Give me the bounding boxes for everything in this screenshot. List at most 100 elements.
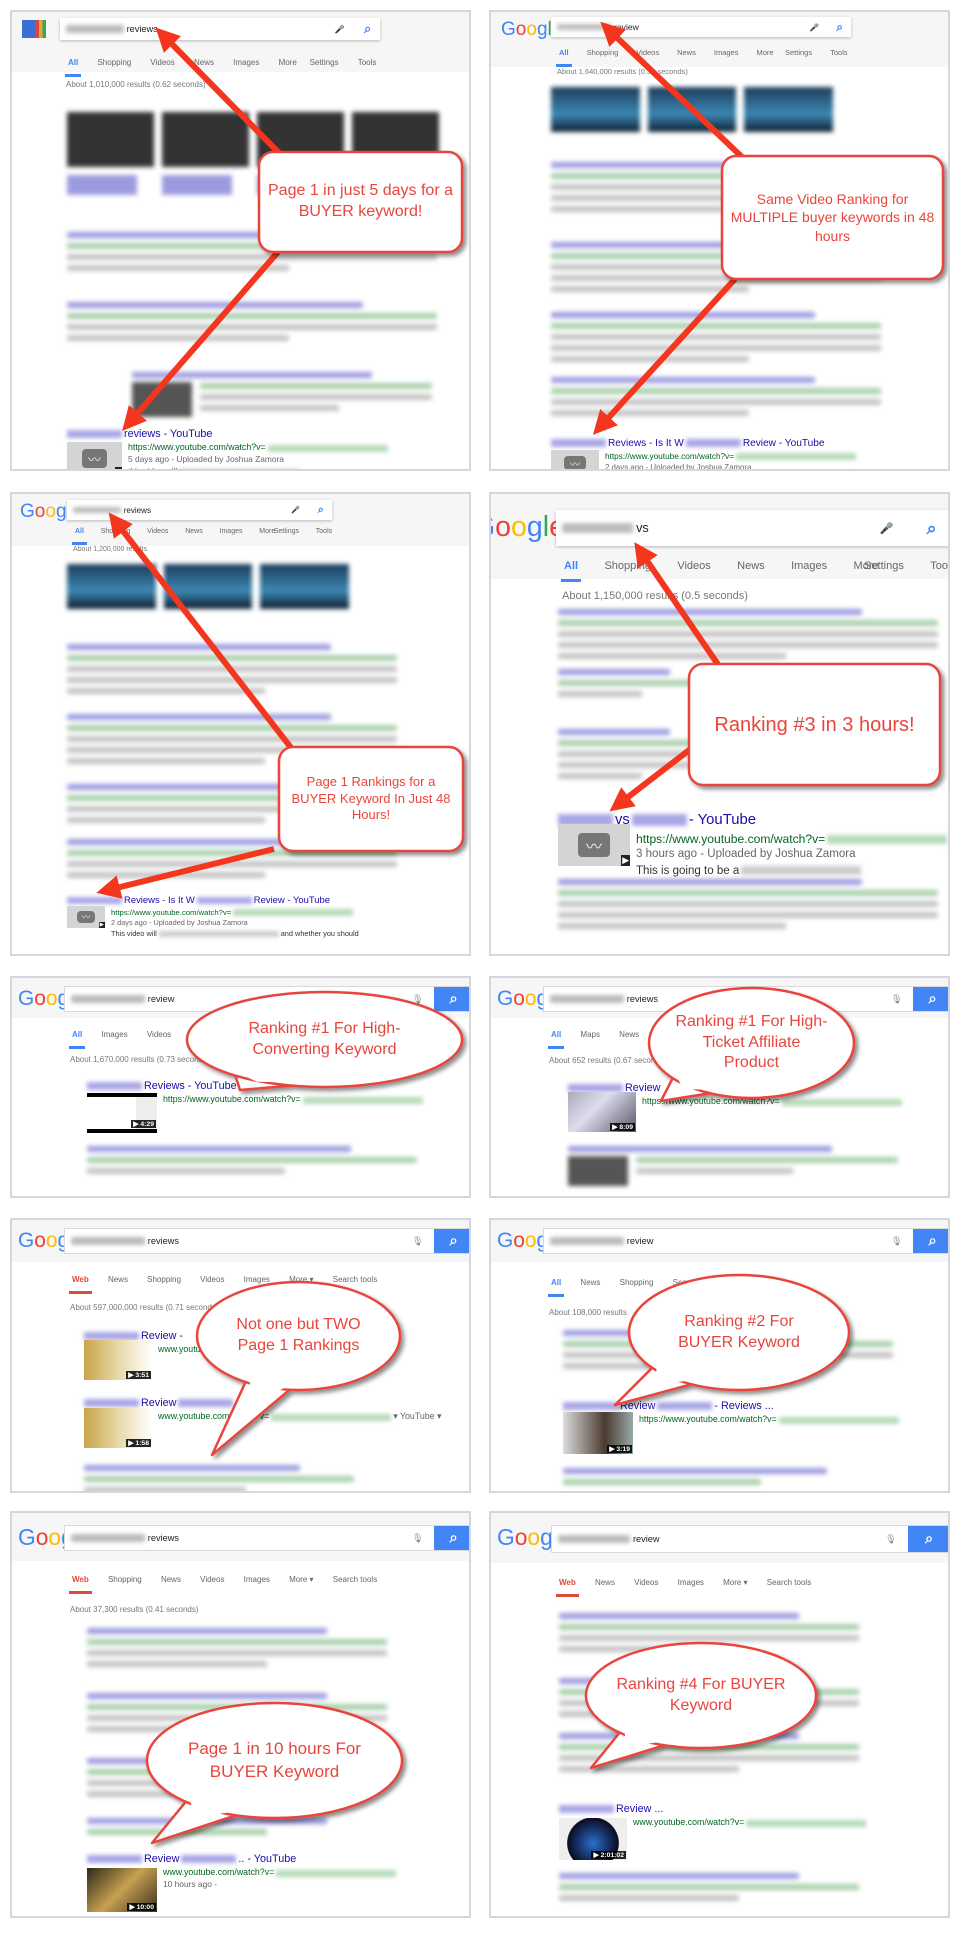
video-thumbnail[interactable]: ▶ 2:01:02 bbox=[559, 1818, 627, 1860]
tab-news[interactable]: News bbox=[194, 58, 214, 67]
search-input[interactable]: reviews 🎤 ⌕ bbox=[67, 500, 332, 520]
tab-shopping[interactable]: Shopping bbox=[108, 1575, 142, 1584]
result-url[interactable]: www.youtube.com/watch?v= ▾ YouTube ▾ bbox=[158, 1411, 441, 1422]
result-url[interactable]: https://www.youtube.com/watch?v= bbox=[128, 442, 390, 452]
search-button[interactable]: ⌕ bbox=[908, 1526, 948, 1552]
tab-all[interactable]: All bbox=[560, 560, 582, 582]
search-icon[interactable]: ⌕ bbox=[364, 21, 371, 37]
tab-news[interactable]: News bbox=[677, 48, 696, 57]
result-url[interactable]: www.youtube.com/watch?v= bbox=[633, 1817, 868, 1827]
tab-all[interactable]: All bbox=[68, 1030, 86, 1049]
tab-more[interactable]: More ▾ bbox=[723, 1578, 747, 1587]
tab-shopping[interactable]: Shopping bbox=[147, 1275, 181, 1284]
tab-more[interactable]: More bbox=[279, 58, 297, 67]
search-icon[interactable]: ⌕ bbox=[318, 504, 324, 517]
microphone-icon[interactable]: 🎤 bbox=[880, 522, 894, 535]
result-url[interactable]: https://www.youtube.com/watch?v= bbox=[111, 908, 355, 917]
tab-settings[interactable]: Settings bbox=[274, 528, 299, 535]
tab-more[interactable]: More bbox=[756, 48, 773, 57]
search-input[interactable]: review 🎙 ⌕ bbox=[551, 1525, 948, 1553]
video-thumbnail[interactable]: ▶ 3:51 bbox=[84, 1340, 152, 1380]
search-input[interactable]: reviews 🎙 ⌕ bbox=[64, 1228, 469, 1254]
tab-all[interactable]: All bbox=[556, 48, 572, 67]
microphone-icon[interactable]: 🎙 bbox=[891, 1236, 903, 1247]
video-thumbnail[interactable]: 〰▶ bbox=[67, 442, 122, 469]
tab-all[interactable]: All bbox=[64, 58, 82, 77]
video-thumbnail[interactable]: 〰▶ bbox=[67, 906, 105, 928]
tab-settings[interactable]: Settings bbox=[310, 58, 339, 67]
tab-news[interactable]: News bbox=[737, 560, 765, 572]
tab-videos[interactable]: Videos bbox=[150, 58, 174, 67]
search-input[interactable]: review 🎤 ⌕ bbox=[551, 17, 851, 37]
tab-shopping[interactable]: Shopping bbox=[101, 528, 131, 535]
youtube-result-title-link[interactable]: reviews - YouTube bbox=[65, 428, 212, 440]
tab-web[interactable]: Web bbox=[69, 1275, 92, 1294]
search-button[interactable]: ⌕ bbox=[434, 1526, 469, 1550]
tab-videos[interactable]: Videos bbox=[636, 48, 659, 57]
microphone-icon[interactable]: 🎤 bbox=[291, 506, 300, 514]
tab-news[interactable]: News bbox=[108, 1275, 128, 1284]
microphone-icon[interactable]: 🎤 bbox=[810, 23, 819, 32]
video-thumbnail[interactable]: ▶ 4:29 bbox=[87, 1093, 157, 1133]
tab-shopping[interactable]: Shopping bbox=[97, 58, 131, 67]
tab-settings[interactable]: Settings bbox=[864, 560, 904, 572]
youtube-result-title-link[interactable]: Reviews - Is It W Review - YouTube bbox=[549, 438, 825, 449]
tab-shopping[interactable]: Shopping bbox=[620, 1278, 654, 1287]
tab-tools[interactable]: Tools bbox=[358, 58, 377, 67]
youtube-result-title-link[interactable]: Review - Reviews ... bbox=[561, 1400, 774, 1412]
tab-shopping[interactable]: Shopping bbox=[587, 48, 619, 57]
tab-images[interactable]: Images bbox=[220, 528, 243, 535]
tab-images[interactable]: Images bbox=[244, 1575, 270, 1584]
result-url[interactable]: https://www.youtube.com/watch?v= bbox=[636, 832, 948, 846]
tab-images[interactable]: Images bbox=[791, 560, 827, 572]
tab-settings[interactable]: Settings bbox=[785, 48, 812, 57]
tab-maps[interactable]: Maps bbox=[580, 1030, 600, 1039]
tab-search-tools[interactable]: Search tools bbox=[333, 1575, 377, 1584]
tab-news[interactable]: News bbox=[580, 1278, 600, 1287]
microphone-icon[interactable]: 🎙 bbox=[412, 1533, 424, 1544]
search-icon[interactable]: ⌕ bbox=[836, 20, 843, 35]
tab-web[interactable]: Web bbox=[69, 1575, 92, 1594]
microphone-icon[interactable]: 🎙 bbox=[412, 1236, 424, 1247]
tab-tools[interactable]: Tools bbox=[830, 48, 848, 57]
tab-all[interactable]: All bbox=[547, 1278, 565, 1297]
tab-search-tools[interactable]: Search tools bbox=[767, 1578, 811, 1587]
microphone-icon[interactable]: 🎙 bbox=[885, 1534, 897, 1545]
search-button[interactable]: ⌕ bbox=[913, 987, 948, 1011]
search-icon[interactable]: ⌕ bbox=[927, 518, 937, 539]
youtube-result-title-link[interactable]: Review ... bbox=[557, 1803, 663, 1815]
tab-images[interactable]: Images bbox=[233, 58, 259, 67]
tab-shopping[interactable]: Shopping bbox=[604, 560, 651, 572]
tab-all[interactable]: All bbox=[547, 1030, 565, 1049]
video-thumbnail[interactable]: ▶ 3:19 bbox=[563, 1412, 633, 1454]
result-url[interactable]: https://www.youtube.com/watch?v= bbox=[605, 452, 858, 461]
tab-tools[interactable]: Tools bbox=[316, 528, 332, 535]
search-input[interactable]: review 🎙 ⌕ bbox=[543, 1228, 948, 1254]
youtube-result-title-link[interactable]: Review .. - YouTube bbox=[85, 1853, 296, 1865]
video-thumbnail[interactable]: ▶ 10:00 bbox=[87, 1868, 157, 1912]
tab-web[interactable]: Web bbox=[556, 1578, 579, 1597]
tab-more[interactable]: More ▾ bbox=[289, 1575, 313, 1584]
youtube-result-title-link[interactable]: Reviews - YouTube bbox=[85, 1080, 237, 1092]
tab-videos[interactable]: Videos bbox=[634, 1578, 658, 1587]
tab-news[interactable]: News bbox=[185, 528, 203, 535]
tab-news[interactable]: News bbox=[161, 1575, 181, 1584]
video-thumbnail[interactable]: 〰▶ bbox=[551, 450, 599, 469]
microphone-icon[interactable]: 🎤 bbox=[335, 25, 345, 34]
search-button[interactable]: ⌕ bbox=[434, 987, 469, 1011]
tab-news[interactable]: News bbox=[619, 1030, 639, 1039]
tab-tools[interactable]: Tools bbox=[930, 560, 948, 572]
tab-news[interactable]: News bbox=[595, 1578, 615, 1587]
tab-videos[interactable]: Videos bbox=[200, 1575, 224, 1584]
search-input[interactable]: reviews 🎙 ⌕ bbox=[64, 1525, 469, 1551]
result-url[interactable]: https://www.youtube.com/watch?v= bbox=[639, 1414, 901, 1424]
video-thumbnail[interactable]: ▶ 1:58 bbox=[84, 1408, 152, 1448]
tab-images[interactable]: Images bbox=[678, 1578, 704, 1587]
tab-videos[interactable]: Videos bbox=[677, 560, 710, 572]
search-input[interactable]: reviews 🎤 ⌕ bbox=[60, 18, 380, 40]
result-url[interactable]: https://www.youtube.com/watch?v= bbox=[163, 1094, 425, 1104]
video-thumbnail[interactable]: ▶ 8:09 bbox=[568, 1092, 636, 1132]
video-thumbnail[interactable]: 〰▶ bbox=[558, 824, 630, 866]
tab-all[interactable]: All bbox=[72, 528, 87, 545]
microphone-icon[interactable]: 🎙 bbox=[891, 994, 903, 1005]
